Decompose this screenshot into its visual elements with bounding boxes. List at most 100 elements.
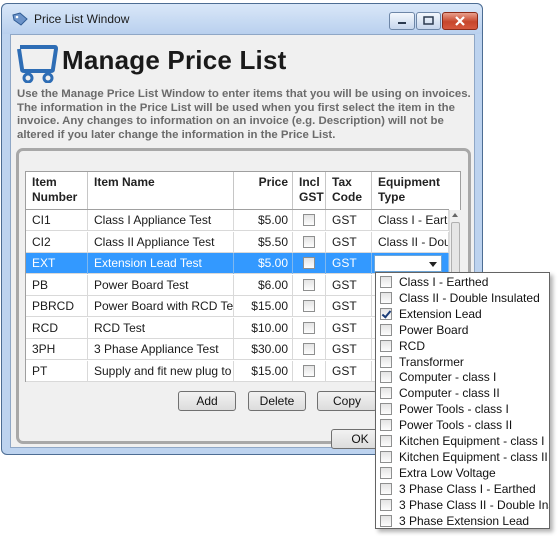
checkbox[interactable] — [380, 276, 392, 288]
chevron-down-icon[interactable] — [429, 262, 437, 267]
cell-incl-gst[interactable] — [293, 274, 326, 296]
cell-incl-gst[interactable] — [293, 317, 326, 339]
checkbox[interactable] — [380, 403, 392, 416]
checkbox[interactable] — [380, 291, 392, 304]
column-header-equipment-type[interactable]: Equipment Type — [372, 172, 449, 209]
cell-item-name[interactable]: Extension Lead Test — [88, 253, 234, 274]
incl-gst-checkbox[interactable] — [303, 364, 315, 377]
cell-item-name[interactable]: Class I Appliance Test — [88, 210, 234, 231]
cell-item-number[interactable]: CI1 — [26, 210, 88, 231]
cell-incl-gst[interactable] — [293, 339, 326, 360]
cell-price[interactable]: $5.00 — [234, 210, 293, 231]
incl-gst-checkbox[interactable] — [303, 235, 315, 248]
incl-gst-checkbox[interactable] — [303, 278, 315, 291]
close-button[interactable] — [442, 12, 478, 30]
column-header-item-number[interactable]: Item Number — [26, 172, 88, 209]
cell-incl-gst[interactable] — [293, 360, 326, 382]
cell-item-number[interactable]: PT — [26, 360, 88, 382]
cell-item-name[interactable]: 3 Phase Appliance Test — [88, 339, 234, 360]
checkbox[interactable] — [380, 450, 392, 463]
checkbox[interactable] — [380, 355, 392, 368]
cell-item-number[interactable]: EXT — [26, 253, 88, 274]
copy-button[interactable]: Copy — [317, 391, 377, 411]
cell-item-number[interactable]: RCD — [26, 317, 88, 339]
title-bar[interactable]: Price List Window — [2, 4, 482, 34]
cell-item-name[interactable]: Class II Appliance Test — [88, 231, 234, 253]
cell-incl-gst[interactable] — [293, 210, 326, 231]
checkbox[interactable] — [380, 339, 392, 352]
dropdown-option[interactable]: Extra Low Voltage — [376, 465, 549, 481]
cell-tax-code[interactable]: GST — [326, 339, 372, 360]
dropdown-option[interactable]: Kitchen Equipment - class II — [376, 449, 549, 465]
cell-price[interactable]: $30.00 — [234, 339, 293, 360]
cell-tax-code[interactable]: GST — [326, 231, 372, 253]
dropdown-option[interactable]: RCD — [376, 338, 549, 354]
dropdown-option[interactable]: Class II - Double Insulated — [376, 290, 549, 306]
incl-gst-checkbox[interactable] — [303, 343, 315, 355]
table-row[interactable]: CI2 Class II Appliance Test $5.50 GST Class … — [26, 231, 449, 253]
dropdown-option[interactable]: Extension Lead — [376, 306, 549, 322]
incl-gst-checkbox[interactable] — [303, 214, 315, 226]
column-header-price[interactable]: Price — [234, 172, 293, 209]
checkbox[interactable] — [380, 387, 392, 400]
cell-tax-code[interactable]: GST — [326, 296, 372, 317]
incl-gst-checkbox[interactable] — [303, 321, 315, 334]
cell-item-number[interactable]: 3PH — [26, 339, 88, 360]
cell-incl-gst[interactable] — [293, 231, 326, 253]
checkbox[interactable] — [380, 419, 392, 432]
checkbox[interactable] — [380, 514, 392, 527]
cell-item-name[interactable]: Supply and fit new plug to — [88, 360, 234, 382]
cell-price[interactable]: $5.50 — [234, 231, 293, 253]
dropdown-option[interactable]: Power Tools - class II — [376, 417, 549, 433]
column-header-item-name[interactable]: Item Name — [88, 172, 234, 209]
cell-price[interactable]: $5.00 — [234, 253, 293, 274]
dropdown-option[interactable]: 3 Phase Class I - Earthed — [376, 481, 549, 497]
equipment-type-combobox[interactable] — [374, 255, 442, 272]
cell-tax-code[interactable]: GST — [326, 253, 372, 274]
scroll-up-arrow-icon[interactable] — [452, 213, 458, 217]
incl-gst-checkbox[interactable] — [303, 300, 315, 312]
cell-tax-code[interactable]: GST — [326, 360, 372, 382]
minimize-button[interactable] — [389, 12, 415, 30]
cell-incl-gst[interactable] — [293, 253, 326, 274]
column-header-tax-code[interactable]: Tax Code — [326, 172, 372, 209]
cell-item-number[interactable]: PB — [26, 274, 88, 296]
maximize-button[interactable] — [416, 12, 441, 30]
cell-equipment-type[interactable] — [372, 253, 449, 274]
dropdown-option[interactable]: 3 Phase Class II - Double Insulated — [376, 497, 549, 513]
cell-tax-code[interactable]: GST — [326, 317, 372, 339]
add-button[interactable]: Add — [178, 391, 236, 411]
dropdown-option[interactable]: Transformer — [376, 354, 549, 370]
cell-item-number[interactable]: CI2 — [26, 231, 88, 253]
cell-equipment-type[interactable]: Class II - Doul — [372, 231, 449, 253]
checkbox[interactable] — [380, 323, 392, 336]
dropdown-option[interactable]: Class I - Earthed — [376, 274, 549, 290]
dropdown-option[interactable]: Kitchen Equipment - class I — [376, 433, 549, 449]
cell-price[interactable]: $6.00 — [234, 274, 293, 296]
cell-price[interactable]: $15.00 — [234, 296, 293, 317]
checkbox[interactable] — [380, 371, 392, 384]
dropdown-option[interactable]: Power Board — [376, 322, 549, 338]
dropdown-option[interactable]: Computer - class II — [376, 385, 549, 401]
dropdown-option[interactable]: Computer - class I — [376, 369, 549, 385]
cell-price[interactable]: $15.00 — [234, 360, 293, 382]
table-row[interactable]: EXT Extension Lead Test $5.00 GST — [26, 253, 449, 274]
checkbox-checked[interactable] — [380, 307, 392, 320]
cell-price[interactable]: $10.00 — [234, 317, 293, 339]
cell-item-number[interactable]: PBRCD — [26, 296, 88, 317]
table-row[interactable]: CI1 Class I Appliance Test $5.00 GST Class I… — [26, 210, 449, 231]
checkbox[interactable] — [380, 482, 392, 495]
cell-tax-code[interactable]: GST — [326, 274, 372, 296]
incl-gst-checkbox[interactable] — [303, 257, 315, 269]
equipment-type-dropdown-list[interactable]: Class I - Earthed Class II - Double Insul… — [375, 272, 550, 529]
cell-item-name[interactable]: RCD Test — [88, 317, 234, 339]
checkbox[interactable] — [380, 466, 392, 479]
checkbox[interactable] — [380, 435, 392, 447]
delete-button[interactable]: Delete — [248, 391, 306, 411]
cell-incl-gst[interactable] — [293, 296, 326, 317]
dropdown-option[interactable]: Power Tools - class I — [376, 401, 549, 417]
column-header-incl-gst[interactable]: Incl GST — [293, 172, 326, 209]
cell-item-name[interactable]: Power Board Test — [88, 274, 234, 296]
cell-tax-code[interactable]: GST — [326, 210, 372, 231]
cell-equipment-type[interactable]: Class I - Earth — [372, 210, 449, 231]
